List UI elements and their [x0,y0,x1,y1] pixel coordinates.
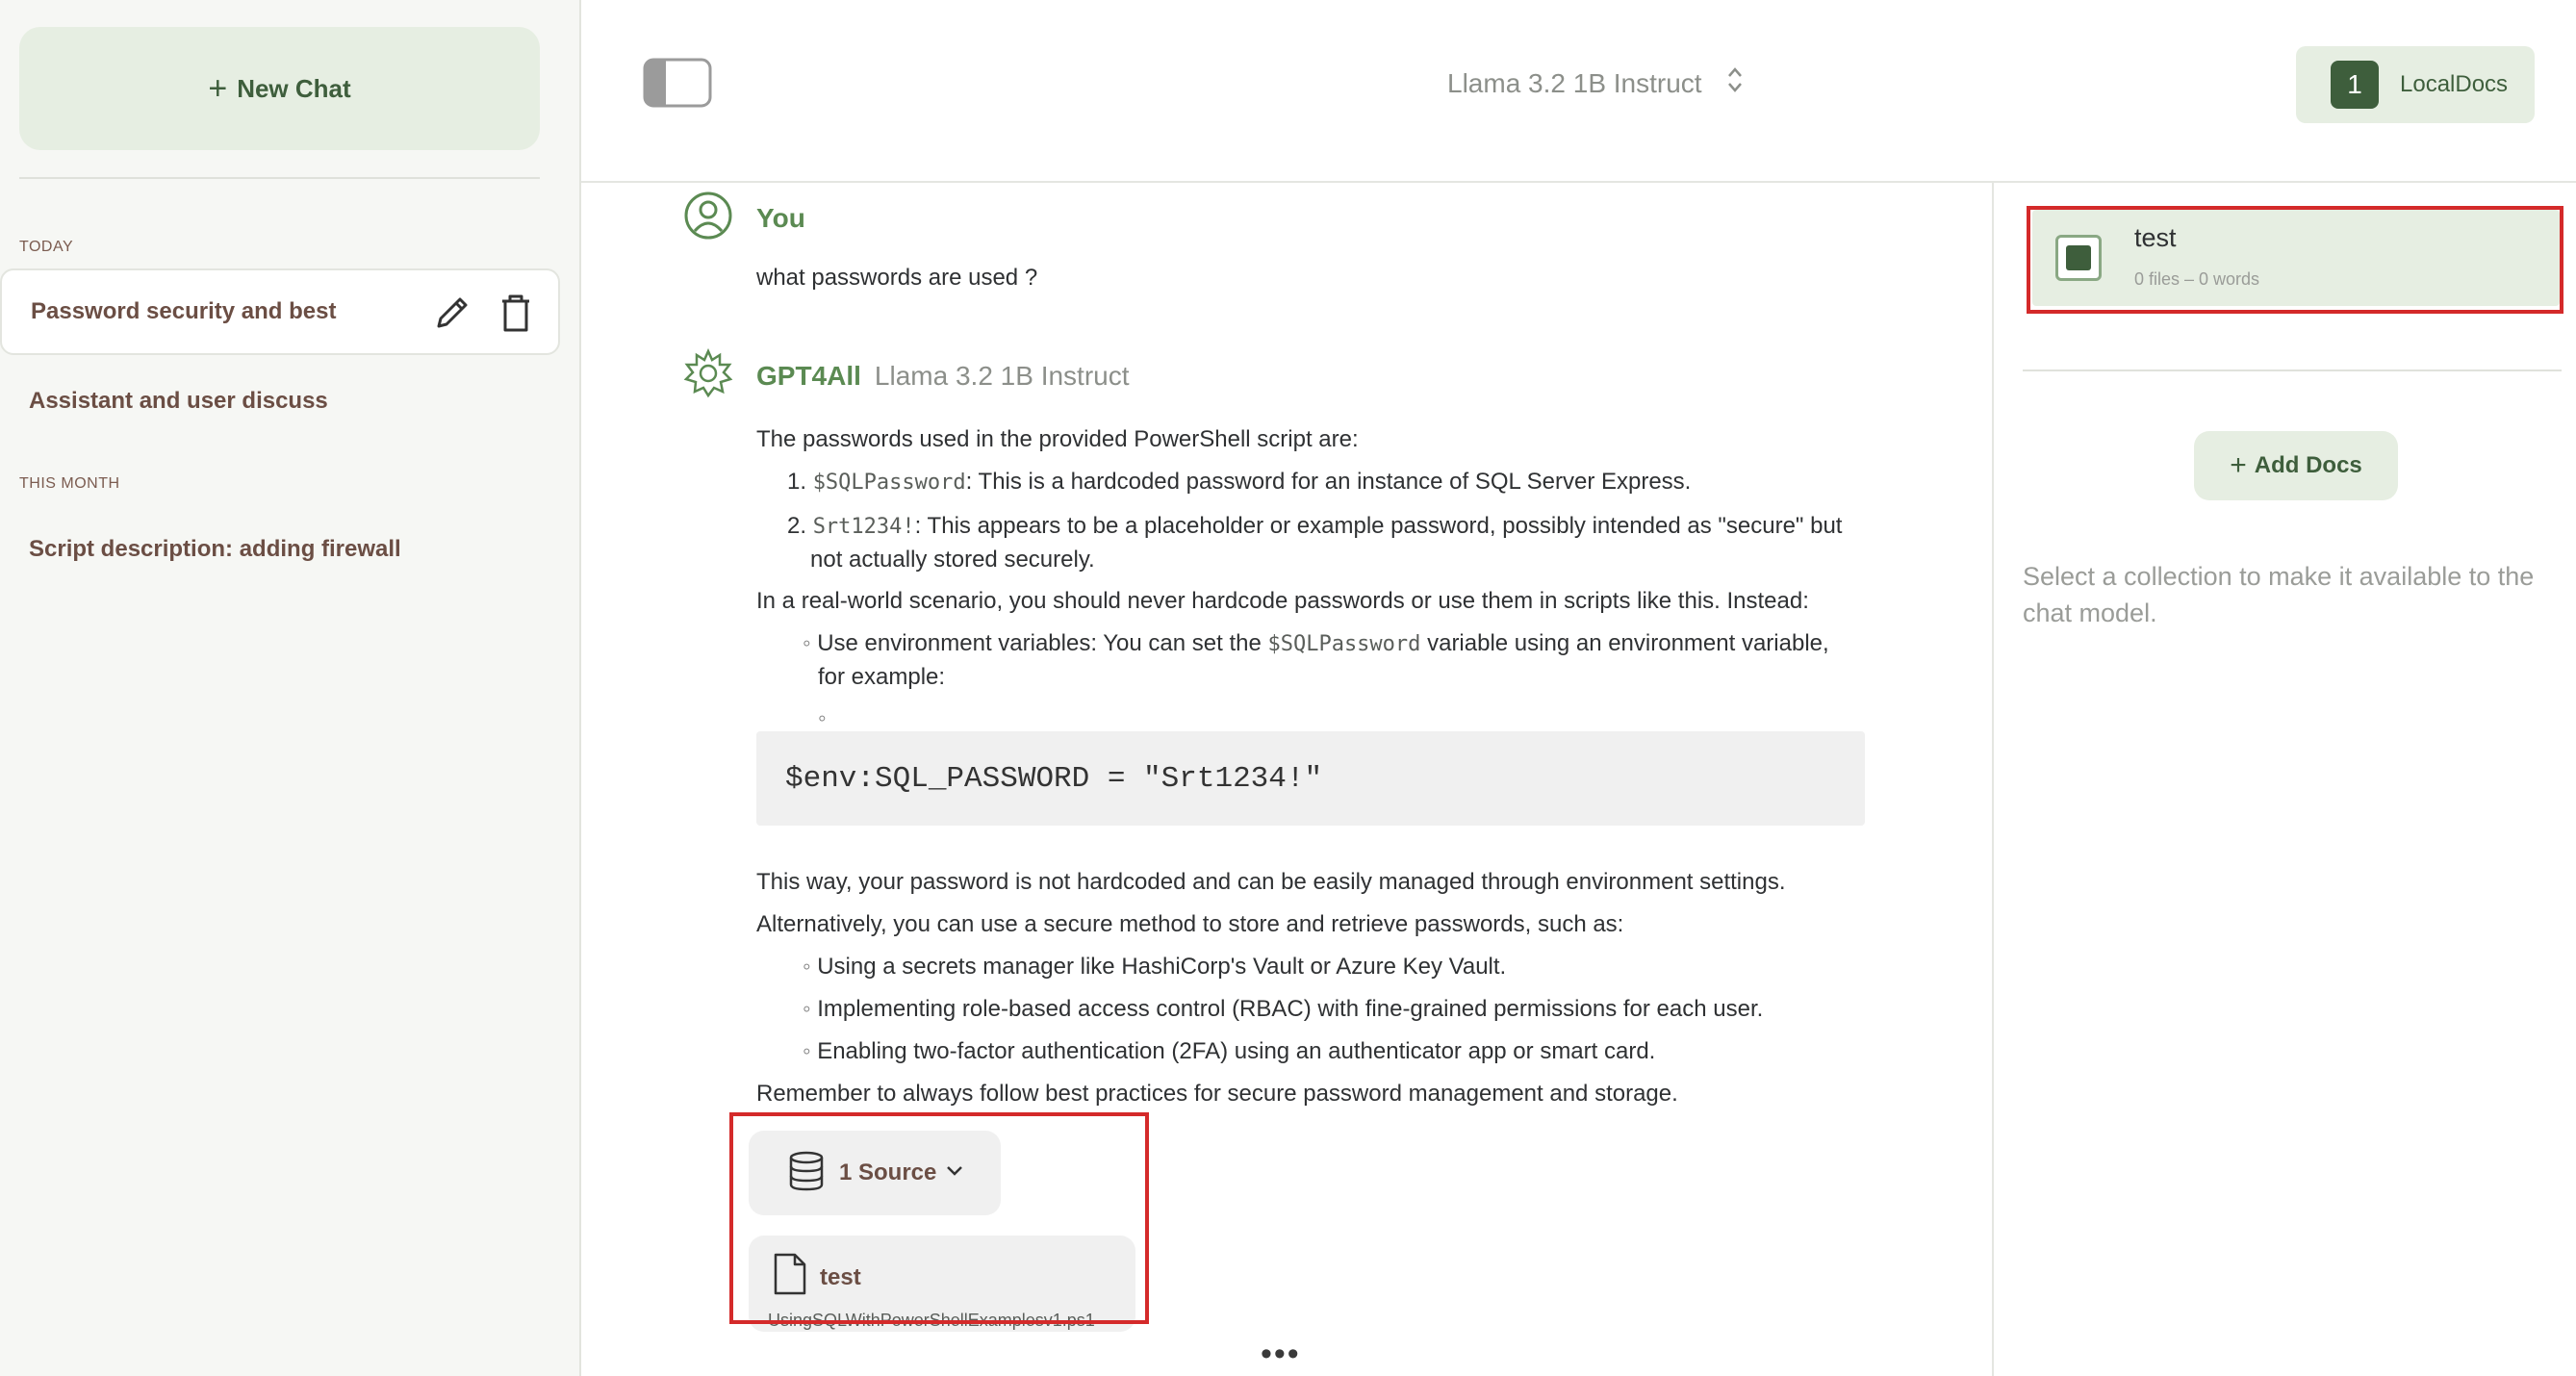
source-card[interactable]: test UsingSQLWithPowerShellExamplesv1.ps… [749,1236,1135,1332]
chat-item-script-description[interactable]: Script description: adding firewall [0,506,560,593]
user-name: You [756,202,805,233]
top-bar: Llama 3.2 1B Instruct 1 LocalDocs [581,0,2576,183]
alternatively-text: Alternatively, you can use a secure meth… [756,911,1624,937]
scenario-text: In a real-world scenario, you should nev… [756,588,1809,614]
collection-meta: 0 files – 0 words [2134,269,2260,289]
model-name: Llama 3.2 1B Instruct [1447,67,1702,98]
section-label-today: TODAY [19,239,74,255]
assistant-message-header: GPT4All Llama 3.2 1B Instruct [683,347,1130,403]
collection-checkbox[interactable] [2055,235,2102,281]
collection-name: test [2134,223,2177,252]
chevron-updown-icon [1725,65,1745,101]
assistant-name: GPT4All [756,360,861,391]
database-icon [787,1150,826,1197]
assistant-intro: The passwords used in the provided Power… [756,426,1359,452]
closing-text: Remember to always follow best practices… [756,1081,1678,1107]
add-docs-label: Add Docs [2254,452,2362,478]
localdocs-panel: test 0 files – 0 words + Add Docs Select… [1992,183,2576,1376]
chat-item-assistant-user[interactable]: Assistant and user discuss [0,358,560,445]
after-code-text: This way, your password is not hardcoded… [756,869,1786,895]
empty-bullet: ◦ [818,705,827,731]
new-chat-label: New Chat [237,73,351,103]
new-chat-button[interactable]: + New Chat [19,27,540,150]
localdocs-label: LocalDocs [2400,71,2509,97]
list-item: ◦ Implementing role-based access control… [803,996,1764,1022]
source-title: test [820,1264,861,1290]
chevron-down-icon [946,1164,963,1182]
localdocs-button[interactable]: 1 LocalDocs [2296,46,2535,123]
user-message-text: what passwords are used ? [756,265,1038,291]
chat-item-label: Password security and best [31,298,337,324]
assistant-model: Llama 3.2 1B Instruct [874,360,1130,391]
plus-icon: + [2230,449,2247,481]
section-label-this-month: THIS MONTH [19,475,120,492]
file-icon [772,1253,808,1300]
localdocs-count-badge: 1 [2331,61,2379,109]
model-selector[interactable]: Llama 3.2 1B Instruct [1447,65,1745,101]
chat-item-label: Script description: adding firewall [29,536,401,562]
code-block: $env:SQL_PASSWORD = "Srt1234!" [756,731,1865,826]
source-file-name: UsingSQLWithPowerShellExamplesv1.ps1 [768,1311,1095,1330]
collection-hint-text: Select a collection to make it available… [2023,562,2535,627]
sidebar-divider [19,177,540,179]
sidebar: + New Chat TODAY Password security and b… [0,0,581,1376]
edit-pencil-icon[interactable] [431,292,473,334]
user-message-header: You [683,191,805,245]
trash-icon[interactable] [495,292,537,334]
list-item: ◦ Use environment variables: You can set… [803,630,1829,690]
more-options-button[interactable]: ••• [1261,1336,1301,1373]
chat-item-label: Assistant and user discuss [29,388,328,414]
add-docs-button[interactable]: + Add Docs [2194,431,2398,500]
gpt4all-logo-icon [683,347,733,403]
list-item: ◦ Using a secrets manager like HashiCorp… [803,954,1507,980]
collection-item-test[interactable]: test 0 files – 0 words [2032,210,2560,306]
panel-divider [2023,369,2562,371]
checkbox-checked-mark [2066,245,2091,270]
list-item: ◦ Enabling two-factor authentication (2F… [803,1038,1656,1064]
list-item: 2. Srt1234!: This appears to be a placeh… [787,513,1843,573]
sources-label: 1 Source [839,1159,937,1185]
list-item: 1. $SQLPassword: This is a hardcoded pas… [787,469,1692,495]
sources-toggle-button[interactable]: 1 Source [749,1131,1001,1215]
user-avatar-icon [683,191,733,245]
chat-item-password-security[interactable]: Password security and best [0,268,560,355]
sidebar-toggle-icon[interactable] [643,58,712,108]
plus-icon: + [208,69,228,107]
chat-area: You what passwords are used ? GPT4All Ll… [581,183,1992,1376]
